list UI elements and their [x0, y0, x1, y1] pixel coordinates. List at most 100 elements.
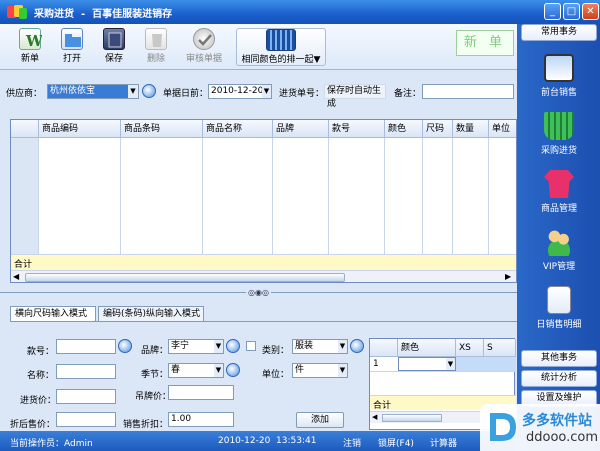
scroll-left-icon[interactable]: ◀ [372, 413, 377, 421]
mini-cell-s[interactable] [484, 357, 516, 371]
scroll-right-icon[interactable]: ▶ [505, 272, 511, 281]
tag-price-input[interactable] [168, 385, 234, 400]
site-watermark: 多多软件站 ddooo.com [480, 404, 600, 451]
sidebar-item-daily-sales[interactable]: 日销售明细 [521, 282, 597, 338]
scrollbar-thumb[interactable] [382, 414, 442, 422]
svg-text:W: W [25, 32, 42, 50]
brand-search-button[interactable] [226, 339, 240, 353]
mini-col-s[interactable]: S [484, 339, 516, 357]
mini-row[interactable]: 1 ▼ [370, 357, 516, 372]
new-button[interactable]: W 新单 [10, 28, 50, 66]
name-input[interactable] [56, 364, 116, 379]
scroll-left-icon[interactable]: ◀ [13, 272, 19, 281]
mini-total-label: 合计 [373, 401, 392, 411]
category-select[interactable]: 服装 ▼ [292, 339, 348, 354]
watermark-url: ddooo.com [526, 430, 599, 445]
shopping-basket-icon [544, 112, 574, 140]
purchase-items-grid[interactable]: 商品编码 商品条码 商品名称 品牌 款号 颜色 尺码 数量 单位 合计 ◀ ▶ [10, 119, 517, 283]
season-search-button[interactable] [226, 363, 240, 377]
discount-price-input[interactable] [56, 412, 116, 427]
col-header-brand[interactable]: 品牌 [273, 120, 329, 138]
sidebar-item-vip[interactable]: VIP管理 [521, 224, 597, 280]
season-select[interactable]: 春 ▼ [168, 363, 224, 378]
grid-horizontal-scrollbar[interactable]: ◀ ▶ [11, 270, 516, 282]
supplier-search-button[interactable] [142, 84, 156, 98]
mini-col-color[interactable]: 颜色 [398, 339, 456, 357]
col-header-barcode[interactable]: 商品条码 [121, 120, 203, 138]
style-input[interactable] [56, 339, 116, 354]
document-search-icon [547, 286, 571, 314]
grid-column [329, 138, 385, 254]
mini-color-select[interactable]: ▼ [398, 357, 456, 371]
scrollbar-thumb[interactable] [25, 273, 345, 282]
chevron-down-icon: ▼ [128, 85, 138, 98]
chevron-down-icon: ▼ [338, 364, 347, 377]
brand-label: 品牌： [141, 346, 169, 356]
datetime-text: 2010-12-20 13:53:41 [218, 436, 317, 446]
mini-grid-corner [370, 339, 398, 357]
maximize-button[interactable]: □ [563, 3, 580, 20]
logout-link[interactable]: 注销 [343, 436, 361, 449]
chevron-down-icon: ▼ [214, 364, 223, 377]
note-input[interactable] [422, 84, 514, 99]
style-search-button[interactable] [118, 339, 132, 353]
grid-column [273, 138, 329, 254]
col-header-name[interactable]: 商品名称 [203, 120, 273, 138]
lock-screen-link[interactable]: 锁屏(F4) [378, 436, 414, 449]
unit-select[interactable]: 件 ▼ [292, 363, 348, 378]
app-logo-icon [6, 4, 28, 20]
purchase-price-input[interactable] [56, 389, 116, 404]
grid-row-indicator-column [11, 138, 39, 254]
sort-same-color-button[interactable]: 相同颜色的排一起▼ [236, 28, 326, 66]
operator-text: 当前操作员：Admin [10, 439, 93, 449]
sidebar-item-front-sales[interactable]: 前台销售 [521, 50, 597, 106]
sidebar-header-other[interactable]: 其他事务 [521, 350, 597, 367]
category-search-button[interactable] [350, 339, 364, 353]
date-picker[interactable]: 2010-12-20 ▼ [208, 84, 272, 99]
grid-column [385, 138, 423, 254]
col-header-color[interactable]: 颜色 [385, 120, 423, 138]
splitter-grip-icon[interactable]: ◎◉◎ [246, 288, 271, 297]
brand-checkbox[interactable] [246, 341, 256, 351]
open-button[interactable]: 打开 [52, 28, 92, 66]
mini-cell-xs[interactable] [456, 357, 484, 371]
status-bar: 当前操作员：Admin 2010-12-20 13:53:41 注销 锁屏(F4… [0, 431, 517, 451]
category-label: 类别： [262, 346, 290, 356]
sidebar-stats-button[interactable]: 统计分析 [521, 370, 597, 387]
col-header-style[interactable]: 款号 [329, 120, 385, 138]
total-label: 合计 [14, 260, 33, 270]
delete-button[interactable]: 删除 [136, 28, 176, 66]
docno-label: 进货单号： [279, 89, 325, 99]
minimize-button[interactable]: _ [544, 3, 561, 20]
panel-splitter[interactable]: ◎◉◎ [0, 288, 517, 298]
sales-discount-input[interactable]: 1.00 [168, 412, 234, 427]
note-label: 备注： [394, 89, 422, 99]
save-book-icon [103, 28, 125, 50]
approve-button[interactable]: 审核单据 [180, 28, 228, 66]
tab-horizontal-size-mode[interactable]: 横向尺码输入模式 [10, 306, 96, 322]
toolbar: W 新单 打开 保存 删除 审核单据 相同颜色的排一起▼ [0, 24, 517, 70]
name-label: 名称： [27, 371, 55, 381]
grid-column [203, 138, 273, 254]
tab-vertical-barcode-mode[interactable]: 编码(条码)纵向输入模式 [98, 306, 204, 322]
sidebar-item-purchase[interactable]: 采购进货 [521, 108, 597, 164]
tag-price-label: 吊牌价： [135, 392, 172, 402]
col-header-size[interactable]: 尺码 [423, 120, 453, 138]
sidebar-header-common[interactable]: 常用事务 [521, 24, 597, 41]
calculator-link[interactable]: 计算器 [430, 436, 457, 449]
sidebar-item-products[interactable]: 商品管理 [521, 166, 597, 222]
mini-col-xs[interactable]: XS [456, 339, 484, 357]
close-button[interactable]: ✕ [582, 3, 599, 20]
brand-select[interactable]: 李宁 ▼ [168, 339, 224, 354]
grid-column [453, 138, 489, 254]
col-header-unit[interactable]: 单位 [489, 120, 516, 138]
save-button[interactable]: 保存 [94, 28, 134, 66]
new-document-status-mark: 新 单 [456, 30, 514, 56]
grid-column [121, 138, 203, 254]
sort-color-icon [266, 29, 296, 51]
col-header-qty[interactable]: 数量 [453, 120, 489, 138]
add-button[interactable]: 添加 [296, 412, 344, 428]
col-header-code[interactable]: 商品编码 [39, 120, 121, 138]
approve-check-icon [193, 28, 215, 50]
supplier-select[interactable]: 杭州依依宝 ▼ [47, 84, 139, 99]
